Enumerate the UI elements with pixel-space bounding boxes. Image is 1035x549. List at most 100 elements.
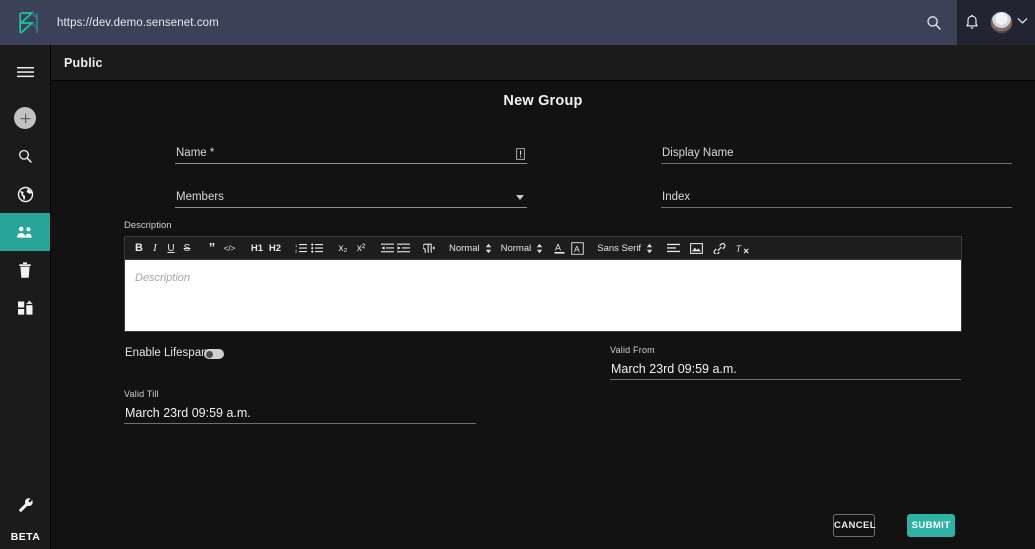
sidebar-item-setup[interactable] [17,486,34,524]
italic-glyph: I [153,242,157,254]
sensenet-logo-icon[interactable] [0,11,57,35]
apps-grid-icon [17,300,33,315]
display-name-input[interactable]: Display Name [661,142,1012,164]
header-select[interactable]: Normal [499,243,546,254]
background-color-icon[interactable]: A [568,239,586,258]
search-icon-glyph [927,16,941,30]
indent-icon[interactable] [395,239,411,258]
code-glyph: </> [223,243,236,253]
font-select[interactable]: Sans Serif [595,243,655,254]
svg-text:2: 2 [295,248,298,253]
members-label: Members [176,191,224,203]
dropdown-caret-icon[interactable] [516,195,524,200]
svg-text:A: A [574,244,580,254]
code-icon[interactable]: </> [220,239,239,258]
h2-glyph: H2 [268,242,282,254]
chevron-down-icon[interactable] [1017,17,1028,25]
underline-icon[interactable]: U [163,239,179,258]
name-input[interactable]: Name * [175,142,527,164]
submit-button[interactable]: SUBMIT [907,514,955,537]
font-select-updown-icon [646,243,653,254]
toggle-knob [205,350,213,358]
subscript-icon[interactable]: x₂ [334,239,352,258]
sidebar-item-content-explorer[interactable] [0,175,50,213]
superscript-glyph: x² [356,242,366,254]
trash-icon [19,261,31,278]
updown-glyph [537,243,543,253]
bullet-list-glyph [311,243,323,253]
size-select-value: Normal [449,242,480,254]
index-input[interactable]: Index [661,186,1012,208]
enable-lifespan-toggle[interactable] [204,349,224,359]
align-glyph [666,243,680,253]
wrench-icon [18,497,33,512]
beta-label: BETA [10,531,41,543]
app-root: https://dev.demo.sensenet.com BETA Publi… [0,0,1035,549]
sidebar-item-users-and-groups[interactable] [0,213,50,251]
h1-glyph: H1 [250,242,264,254]
strikethrough-icon[interactable]: S [179,239,195,258]
error-indicator-glyph [516,148,525,160]
sidebar-item-add[interactable] [0,99,50,137]
cancel-button[interactable]: CANCEL [833,514,876,537]
link-icon[interactable] [710,239,728,258]
valid-from-input[interactable]: March 23rd 09:59 a.m. [610,358,961,380]
description-textarea[interactable]: Description [125,260,961,331]
bold-icon[interactable]: B [131,239,147,258]
updown-glyph [485,243,491,253]
svg-text:A: A [555,243,561,253]
h1-icon[interactable]: H1 [248,239,266,258]
hamburger-menu-icon [16,67,34,78]
sensenet-logo-glyph [18,11,38,34]
image-icon[interactable] [687,239,705,258]
error-indicator-icon[interactable] [516,148,525,160]
subscript-glyph: x₂ [338,242,348,254]
description-editor: B I U S ” </> H1 H2 1 2 x₂ x² Normal Nor… [124,236,962,332]
ordered-list-icon[interactable]: 1 2 [293,239,309,258]
align-icon[interactable] [664,239,682,258]
blockquote-glyph: ” [208,240,216,255]
superscript-icon[interactable]: x² [352,239,370,258]
content-header: Public [51,45,1035,81]
italic-icon[interactable]: I [147,239,163,258]
field-name: Name * [175,142,527,164]
sidebar-bottom: BETA [0,486,51,549]
enable-lifespan-label: Enable Lifespan [125,347,208,359]
description-label: Description [124,220,172,231]
outdent-icon[interactable] [379,239,395,258]
members-select[interactable]: Members [175,186,527,208]
valid-till-value: March 23rd 09:59 a.m. [125,406,251,420]
size-select[interactable]: Normal [447,243,494,254]
sidebar-item-apps[interactable] [0,289,50,327]
plus-circle-icon [14,107,36,129]
image-glyph [689,242,703,254]
field-display-name: Display Name [661,142,1012,164]
avatar[interactable] [990,11,1013,34]
valid-till-input[interactable]: March 23rd 09:59 a.m. [124,402,476,424]
search-icon [18,149,32,163]
bullet-list-icon[interactable] [309,239,325,258]
editor-toolbar: B I U S ” </> H1 H2 1 2 x₂ x² Normal Nor… [125,237,961,260]
strikethrough-glyph: S [183,242,191,254]
h2-icon[interactable]: H2 [266,239,284,258]
plus-glyph [20,113,30,123]
blockquote-icon[interactable]: ” [204,239,220,258]
background-color-glyph: A [570,241,584,255]
notifications-bell-icon[interactable] [964,14,980,32]
size-select-updown-icon [485,243,492,254]
field-index: Index [661,186,1012,208]
description-placeholder: Description [135,272,191,284]
text-direction-rtl-icon[interactable] [420,239,438,258]
sidebar-item-menu-toggle[interactable] [0,55,50,89]
svg-text:T: T [736,244,742,254]
sidebar-item-search[interactable] [0,137,50,175]
chevron-down-glyph [1017,18,1028,24]
updown-glyph [646,243,653,253]
sidebar-item-trash[interactable] [0,251,50,289]
valid-from-value: March 23rd 09:59 a.m. [611,362,737,376]
clear-formatting-icon[interactable]: T [733,239,753,258]
text-color-icon[interactable]: A [550,239,568,258]
search-icon[interactable] [925,14,943,32]
font-select-value: Sans Serif [597,242,642,254]
field-valid-from: Valid From March 23rd 09:59 a.m. [610,345,961,380]
